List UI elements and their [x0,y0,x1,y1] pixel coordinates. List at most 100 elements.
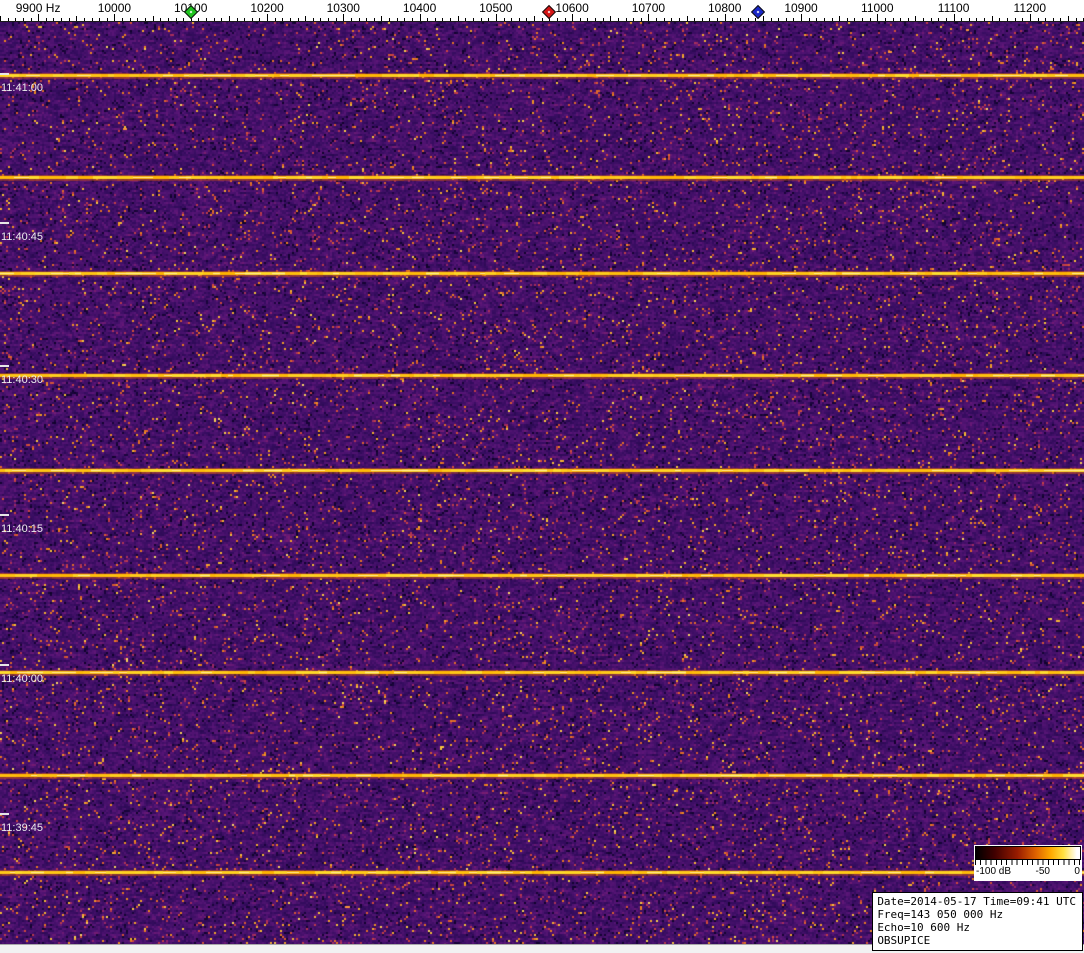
freq-tick-minor [854,18,856,21]
freq-tick-label: 9900 Hz [15,1,61,15]
freq-tick-minor [160,18,162,21]
observation-info-box: Date=2014-05-17 Time=09:41 UTC Freq=143 … [872,892,1083,951]
freq-tick-minor [945,18,947,21]
freq-tick-minor [244,18,246,21]
freq-tick-minor [373,18,375,21]
freq-tick-minor [808,18,810,21]
freq-tick-minor [68,18,70,21]
freq-tick-label: 10500 [479,1,513,15]
freq-tick-minor [717,18,719,21]
freq-tick-minor [991,16,993,21]
red-frequency-marker[interactable] [542,4,557,20]
freq-tick-minor [709,18,711,21]
freq-tick-label: 10800 [708,1,742,15]
freq-tick-minor [274,18,276,21]
color-scale-legend: -100 dB -50 0 [974,845,1082,881]
freq-tick-minor [732,18,734,21]
frequency-ruler[interactable]: 9900 Hz100001010010200103001040010500106… [0,0,1084,22]
freq-tick-major [267,14,268,21]
freq-tick-minor [297,18,299,21]
freq-tick-minor [381,16,383,21]
freq-tick-major [877,14,879,21]
freq-tick-minor [473,18,474,21]
freq-tick-minor [1060,18,1062,21]
freq-tick-minor [1022,18,1024,21]
freq-tick-minor [595,18,596,21]
color-scale-gradient-bar [975,846,1081,860]
freq-tick-minor [30,18,32,21]
freq-tick-minor [1052,18,1054,21]
freq-tick-minor [976,18,978,21]
freq-tick-minor [503,18,505,21]
freq-tick-minor [1068,16,1069,21]
freq-tick-minor [442,18,444,21]
freq-tick-minor [511,18,513,21]
legend-label-min: -100 dB [976,866,1012,877]
freq-tick-minor [259,18,261,21]
freq-tick-minor [289,18,291,21]
freq-tick-minor [389,18,390,21]
freq-tick-minor [167,18,169,21]
freq-tick-minor [526,18,528,21]
info-line-freq: Freq=143 050 000 Hz [877,908,1004,921]
freq-tick-minor [122,18,124,21]
freq-tick-label: 10400 [402,1,437,15]
spectrogram-canvas[interactable] [0,22,1084,945]
freq-tick-minor [999,18,1001,21]
freq-tick-minor [53,18,55,21]
freq-tick-major [648,14,650,21]
freq-tick-minor [137,18,139,21]
freq-tick-label: 10300 [326,1,360,15]
marker-center-dot [189,10,193,14]
marker-center-dot [547,10,551,14]
freq-tick-minor [427,18,429,21]
freq-tick-minor [930,18,932,21]
freq-tick-minor [869,18,871,21]
info-line-echo: Echo=10 600 Hz [877,921,971,934]
freq-tick-minor [602,18,604,21]
freq-tick-minor [0,16,1,21]
freq-tick-label: 11200 [1013,1,1047,15]
freq-tick-minor [892,18,894,21]
spectrogram-app: 9900 Hz100001010010200103001040010500106… [0,0,1084,953]
freq-tick-minor [83,18,85,21]
freq-tick-minor [1014,18,1016,21]
info-line-station: OBSUPICE [877,934,931,947]
freq-tick-minor [900,18,902,21]
freq-tick-minor [22,18,24,21]
freq-tick-minor [129,18,131,21]
freq-tick-minor [656,18,657,21]
freq-tick-major [343,14,345,21]
freq-tick-label: 10200 [250,1,284,15]
freq-tick-minor [106,18,108,21]
freq-tick-minor [480,18,482,21]
freq-tick-minor [15,18,17,21]
freq-tick-label: 11100 [937,1,970,15]
freq-tick-major [419,14,421,21]
info-line-date: Date=2014-05-17 Time=09:41 UTC [877,895,1076,908]
freq-tick-minor [984,18,986,21]
freq-tick-minor [831,18,833,21]
legend-label-max: 0 [1074,866,1080,877]
freq-tick-minor [610,16,612,21]
freq-tick-minor [320,18,322,21]
freq-tick-minor [198,18,200,21]
freq-tick-minor [305,16,307,21]
freq-tick-minor [396,18,398,21]
freq-tick-minor [640,18,642,21]
freq-tick-minor [465,18,467,21]
legend-label-mid: -50 [1035,866,1050,877]
freq-tick-minor [755,18,757,21]
freq-tick-minor [282,18,284,21]
freq-tick-minor [907,18,909,21]
freq-tick-label: 10900 [784,1,818,15]
freq-tick-minor [411,18,413,21]
freq-tick-minor [7,18,9,21]
freq-tick-minor [1007,18,1008,21]
freq-tick-minor [541,18,543,21]
marker-center-dot [756,10,759,14]
freq-tick-label: 11000 [861,1,894,15]
freq-tick-major [1029,14,1031,21]
freq-tick-minor [206,18,207,21]
freq-tick-major [572,14,574,21]
